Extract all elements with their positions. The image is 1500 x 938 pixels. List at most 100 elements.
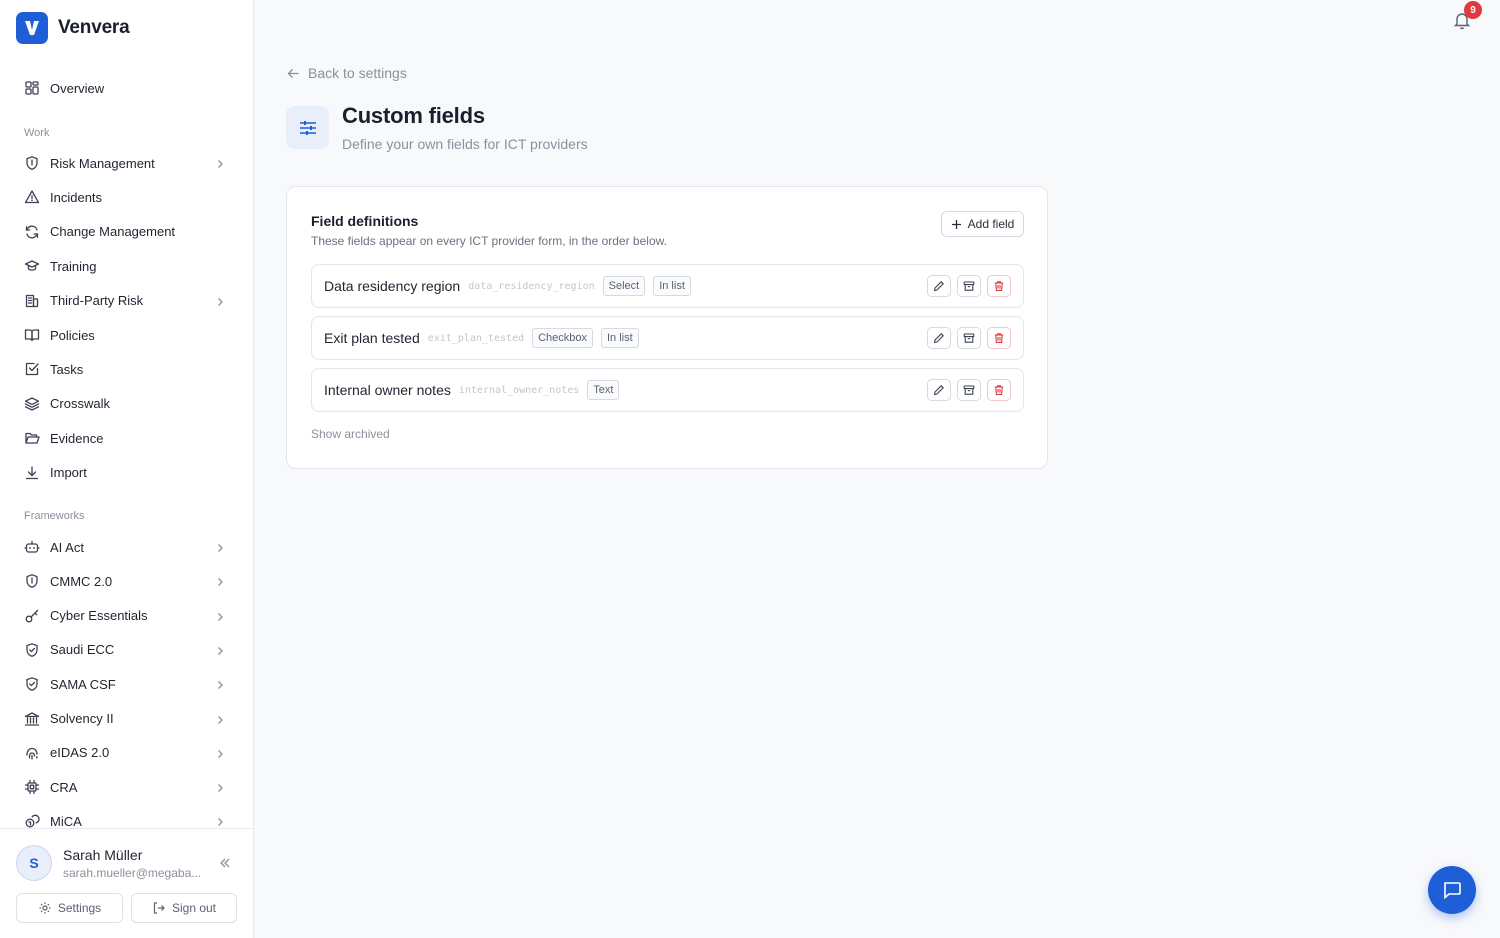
edit-button[interactable] xyxy=(927,327,951,349)
sidebar-item-cra[interactable]: CRA xyxy=(16,771,238,803)
chevron-right-icon xyxy=(214,157,226,169)
field-row[interactable]: Exit plan tested exit_plan_tested Checkbox… xyxy=(311,316,1024,360)
sidebar-item-overview[interactable]: Overview xyxy=(16,72,238,104)
chevron-right-icon xyxy=(214,713,226,725)
back-to-settings-link[interactable]: Back to settings xyxy=(287,65,407,81)
show-archived-link[interactable]: Show archived xyxy=(311,427,390,441)
sliders-icon xyxy=(286,106,329,149)
chip-icon xyxy=(24,779,40,795)
sidebar-item-evidence[interactable]: Evidence xyxy=(16,422,238,454)
chat-icon xyxy=(1444,882,1461,900)
delete-button[interactable] xyxy=(987,379,1011,401)
back-label: Back to settings xyxy=(308,65,407,81)
field-name: Data residency region xyxy=(324,278,461,294)
shield-icon xyxy=(24,573,40,589)
field-key: exit_plan_tested xyxy=(427,332,525,344)
sidebar-item-cmmc-2-0[interactable]: CMMC 2.0 xyxy=(16,565,238,597)
settings-button[interactable]: Settings xyxy=(16,893,123,923)
edit-button[interactable] xyxy=(927,379,951,401)
sidebar-item-label: CRA xyxy=(50,779,78,795)
pencil-icon xyxy=(933,333,944,344)
brand[interactable]: Venvera xyxy=(16,12,130,44)
key-icon xyxy=(24,608,40,624)
field-row[interactable]: Data residency region data_residency_regi… xyxy=(311,264,1024,308)
delete-button[interactable] xyxy=(987,275,1011,297)
user-name: Sarah Müller xyxy=(63,847,143,863)
sidebar-item-tasks[interactable]: Tasks xyxy=(16,353,238,385)
sidebar-item-solvency-ii[interactable]: Solvency II xyxy=(16,703,238,735)
sidebar-item-label: Cyber Essentials xyxy=(50,608,148,624)
sidebar-item-import[interactable]: Import xyxy=(16,457,238,489)
add-field-button[interactable]: Add field xyxy=(941,211,1024,237)
sidebar-item-incidents[interactable]: Incidents xyxy=(16,181,238,213)
archive-button[interactable] xyxy=(957,379,981,401)
sidebar: Venvera Overview Work Risk Management Inc… xyxy=(0,0,254,938)
trash-icon xyxy=(994,385,1004,395)
sidebar-item-label: AI Act xyxy=(50,539,84,555)
graduation-cap-icon xyxy=(24,258,40,274)
sidebar-item-cyber-essentials[interactable]: Cyber Essentials xyxy=(16,600,238,632)
sidebar-nav: Venvera Overview Work Risk Management Inc… xyxy=(0,0,253,830)
archive-icon xyxy=(963,281,975,291)
page-subtitle: Define your own fields for ICT providers xyxy=(342,136,588,152)
card-title: Field definitions xyxy=(311,213,419,229)
row-actions xyxy=(921,327,1011,349)
sidebar-item-crosswalk[interactable]: Crosswalk xyxy=(16,388,238,420)
log-out-icon xyxy=(153,902,165,914)
edit-button[interactable] xyxy=(927,275,951,297)
field-row[interactable]: Internal owner notes internal_owner_notes… xyxy=(311,368,1024,412)
chat-button[interactable] xyxy=(1428,866,1476,914)
sidebar-item-label: Training xyxy=(50,258,97,274)
sidebar-item-change-management[interactable]: Change Management xyxy=(16,216,238,248)
sidebar-item-label: Incidents xyxy=(50,189,103,205)
delete-button[interactable] xyxy=(987,327,1011,349)
sign-out-label: Sign out xyxy=(171,901,217,915)
field-tag: Select xyxy=(602,276,646,296)
chevron-right-icon xyxy=(214,575,226,587)
sidebar-item-third-party-risk[interactable]: Third-Party Risk xyxy=(16,285,238,317)
sidebar-item-label: Saudi ECC xyxy=(50,642,115,658)
sidebar-item-risk-management[interactable]: Risk Management xyxy=(16,147,238,179)
archive-button[interactable] xyxy=(957,275,981,297)
add-field-label: Add field xyxy=(967,217,1015,231)
chevrons-left-icon[interactable] xyxy=(218,856,232,870)
sidebar-item-label: Policies xyxy=(50,327,95,343)
notification-badge: 9 xyxy=(1464,1,1482,19)
sidebar-item-label: Evidence xyxy=(50,430,104,446)
trash-icon xyxy=(994,281,1004,291)
user-email: sarah.mueller@megaba... xyxy=(63,866,202,880)
building-icon xyxy=(24,293,40,309)
arrow-left-icon xyxy=(287,68,299,78)
field-tag: In list xyxy=(653,276,691,296)
avatar[interactable]: S xyxy=(16,845,52,881)
sign-out-button[interactable]: Sign out xyxy=(131,893,237,923)
field-tag: In list xyxy=(600,328,639,348)
chevron-right-icon xyxy=(214,747,226,759)
chevron-right-icon xyxy=(214,295,226,307)
sidebar-item-ai-act[interactable]: AI Act xyxy=(16,531,238,563)
grid-icon xyxy=(24,80,40,96)
sidebar-item-label: eIDAS 2.0 xyxy=(50,745,110,761)
sidebar-item-label: Third-Party Risk xyxy=(50,293,144,309)
settings-label: Settings xyxy=(57,901,102,915)
shield-icon xyxy=(24,155,40,171)
sidebar-item-training[interactable]: Training xyxy=(16,250,238,282)
sidebar-item-eidas-2-0[interactable]: eIDAS 2.0 xyxy=(16,737,238,769)
sidebar-item-label: SAMA CSF xyxy=(50,676,116,692)
field-definitions-card: Field definitions These fields appear on… xyxy=(286,186,1048,469)
sidebar-item-policies[interactable]: Policies xyxy=(16,319,238,351)
field-tag: Checkbox xyxy=(532,328,593,348)
plus-icon xyxy=(951,219,961,229)
sidebar-item-sama-csf[interactable]: SAMA CSF xyxy=(16,668,238,700)
sidebar-item-label: Crosswalk xyxy=(50,396,110,412)
sidebar-item-label: Tasks xyxy=(50,361,84,377)
sidebar-item-label: Overview xyxy=(50,80,105,96)
landmark-icon xyxy=(24,711,40,727)
trash-icon xyxy=(994,333,1004,343)
field-tag: Text xyxy=(587,380,620,400)
archive-button[interactable] xyxy=(957,327,981,349)
user-panel: S Sarah Müller sarah.mueller@megaba... S… xyxy=(0,828,253,938)
sidebar-item-mica[interactable]: MiCA xyxy=(16,805,238,830)
sidebar-item-saudi-ecc[interactable]: Saudi ECC xyxy=(16,634,238,666)
chevron-right-icon xyxy=(214,781,226,793)
